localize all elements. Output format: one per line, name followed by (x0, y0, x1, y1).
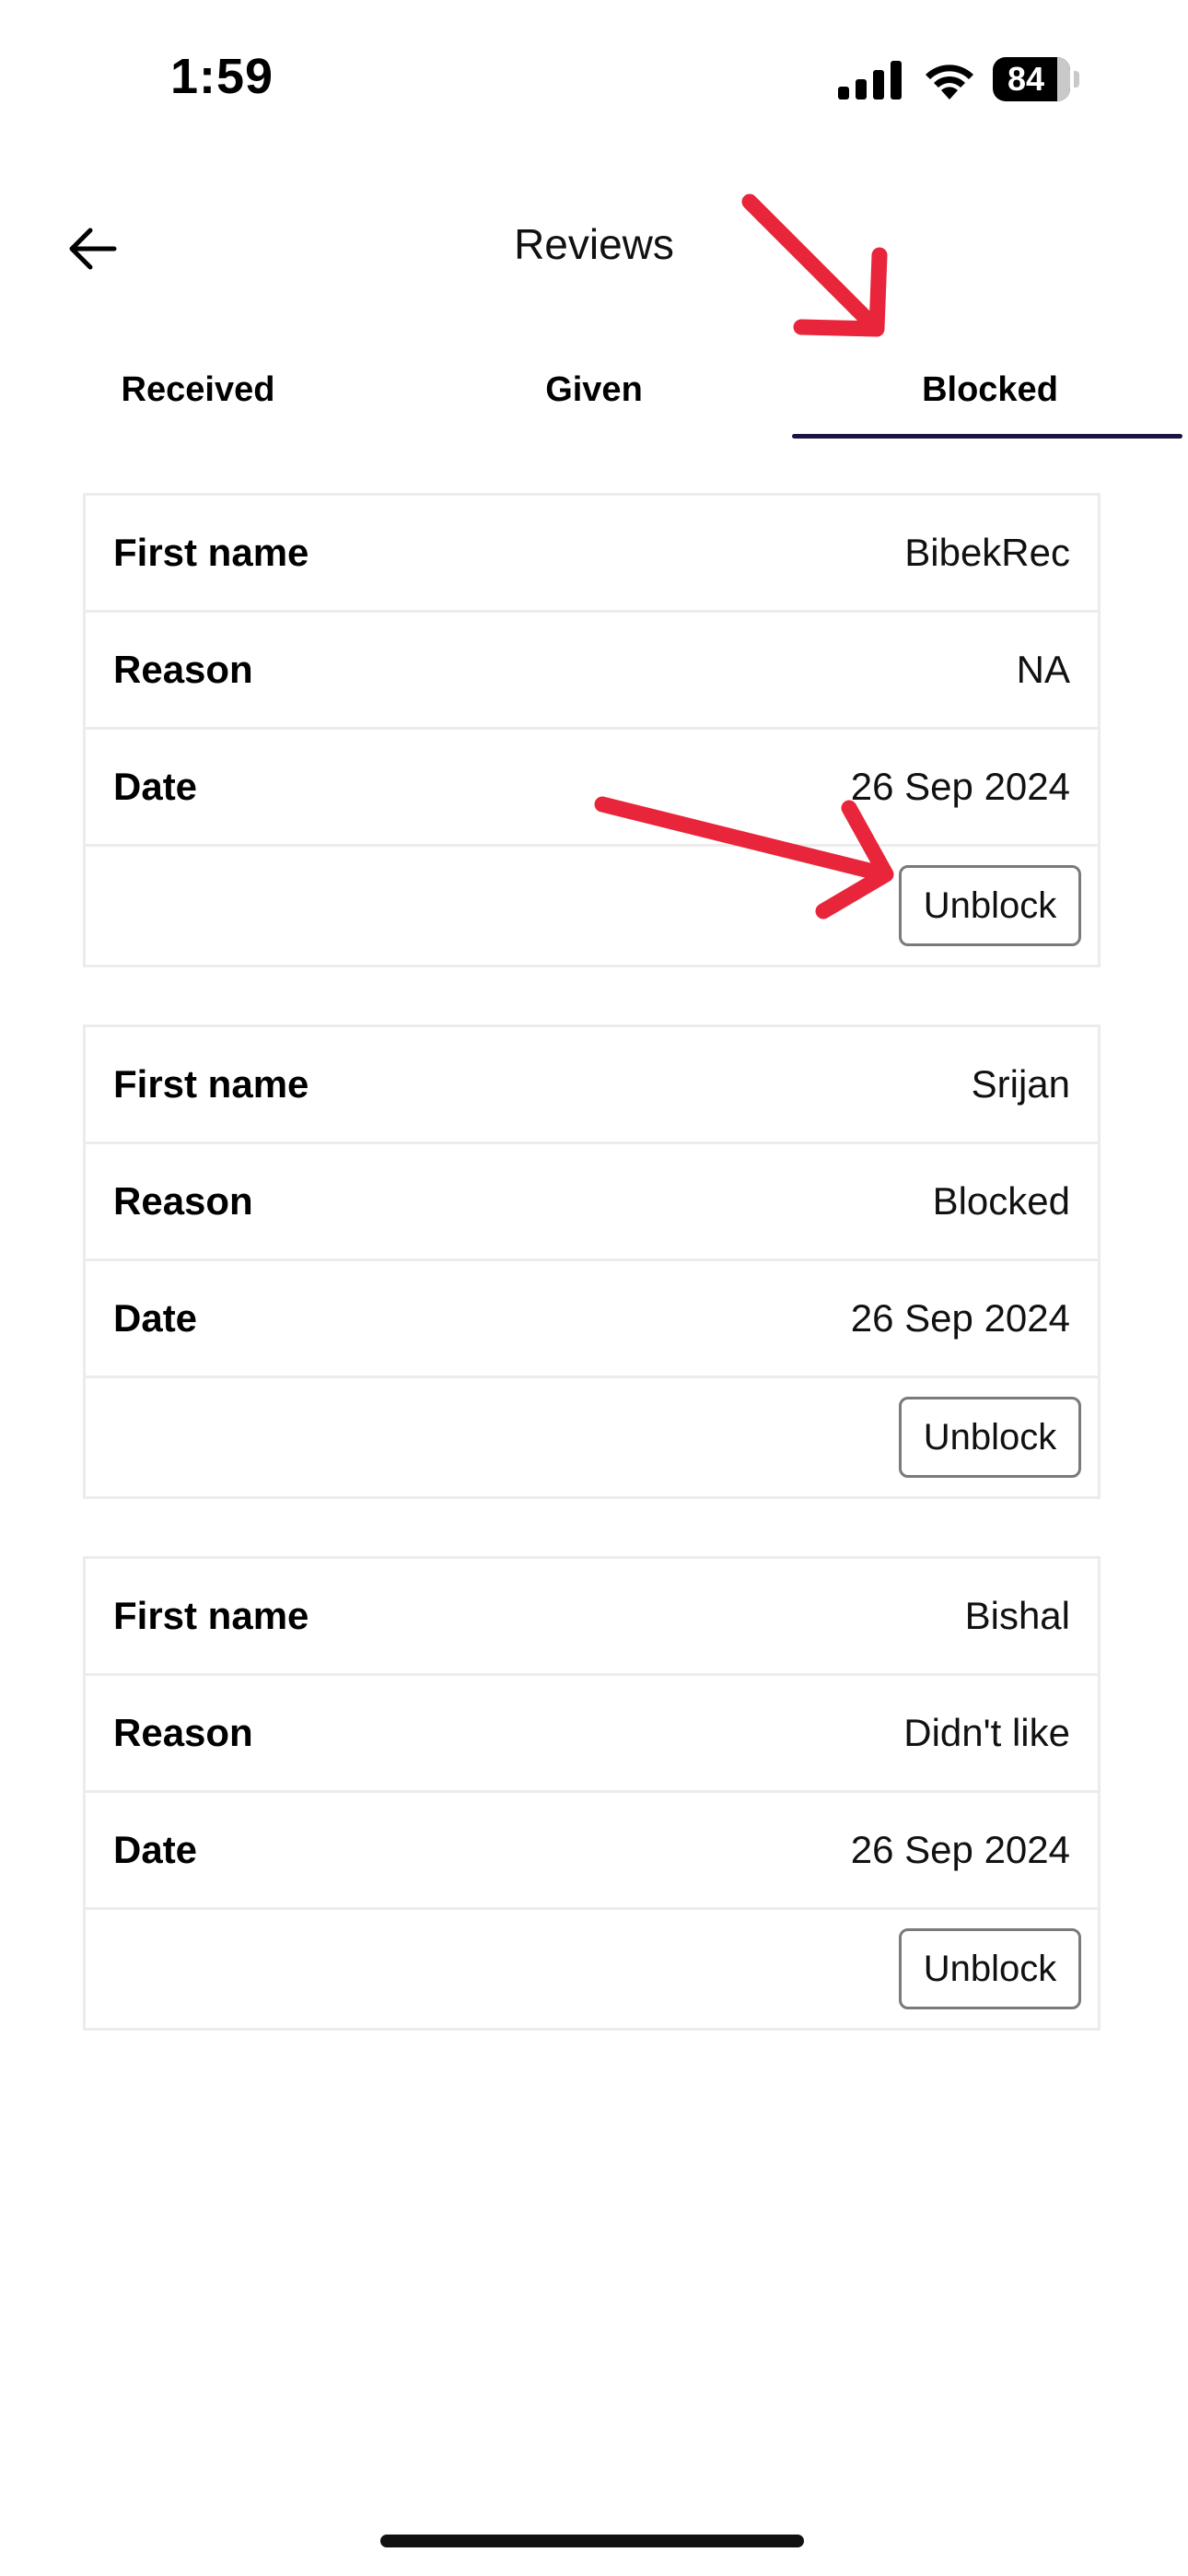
first-name-value: Bishal (964, 1594, 1070, 1637)
date-row: Date 26 Sep 2024 (86, 1793, 1098, 1910)
battery-percent: 84 (1007, 60, 1045, 98)
action-row: Unblock (86, 1378, 1098, 1496)
reason-value: Blocked (932, 1179, 1070, 1223)
blocked-users-list: First name BibekRec Reason NA Date 26 Se… (83, 493, 1101, 2088)
first-name-label: First name (113, 1594, 309, 1637)
date-value: 26 Sep 2024 (850, 765, 1070, 808)
status-bar: 1:59 84 (0, 0, 1188, 157)
cellular-signal-icon (838, 61, 902, 100)
home-indicator[interactable] (380, 2535, 804, 2547)
reason-row: Reason Didn't like (86, 1676, 1098, 1793)
action-row: Unblock (86, 847, 1098, 965)
tab-blocked[interactable]: Blocked (792, 341, 1188, 439)
reason-row: Reason NA (86, 613, 1098, 730)
tab-given[interactable]: Given (396, 341, 792, 439)
reason-row: Reason Blocked (86, 1144, 1098, 1261)
blocked-user-card: First name Srijan Reason Blocked Date 26… (83, 1025, 1101, 1499)
date-row: Date 26 Sep 2024 (86, 730, 1098, 847)
first-name-row: First name BibekRec (86, 496, 1098, 613)
unblock-button[interactable]: Unblock (899, 1928, 1081, 2009)
blocked-user-card: First name Bishal Reason Didn't like Dat… (83, 1556, 1101, 2031)
first-name-label: First name (113, 1062, 309, 1106)
unblock-button[interactable]: Unblock (899, 1397, 1081, 1478)
reason-label: Reason (113, 1711, 253, 1754)
date-label: Date (113, 1296, 198, 1340)
tab-bar: Received Given Blocked (0, 341, 1188, 439)
selected-tab-indicator (792, 434, 1182, 439)
action-row: Unblock (86, 1910, 1098, 2028)
blocked-user-card: First name BibekRec Reason NA Date 26 Se… (83, 493, 1101, 967)
date-label: Date (113, 1828, 198, 1871)
tab-received[interactable]: Received (0, 341, 396, 439)
first-name-row: First name Bishal (86, 1559, 1098, 1676)
reason-value: NA (1016, 648, 1070, 691)
unblock-button[interactable]: Unblock (899, 865, 1081, 946)
battery-icon: 84 (993, 57, 1081, 101)
date-value: 26 Sep 2024 (850, 1296, 1070, 1340)
first-name-value: Srijan (971, 1062, 1070, 1106)
status-time: 1:59 (170, 49, 274, 104)
first-name-row: First name Srijan (86, 1027, 1098, 1144)
reason-label: Reason (113, 1179, 253, 1223)
first-name-label: First name (113, 531, 309, 574)
date-value: 26 Sep 2024 (850, 1828, 1070, 1871)
reason-value: Didn't like (903, 1711, 1070, 1754)
header: Reviews (0, 184, 1188, 313)
date-row: Date 26 Sep 2024 (86, 1261, 1098, 1378)
first-name-value: BibekRec (904, 531, 1070, 574)
wifi-icon (926, 64, 973, 100)
date-label: Date (113, 765, 198, 808)
reason-label: Reason (113, 648, 253, 691)
page-title: Reviews (514, 220, 674, 268)
